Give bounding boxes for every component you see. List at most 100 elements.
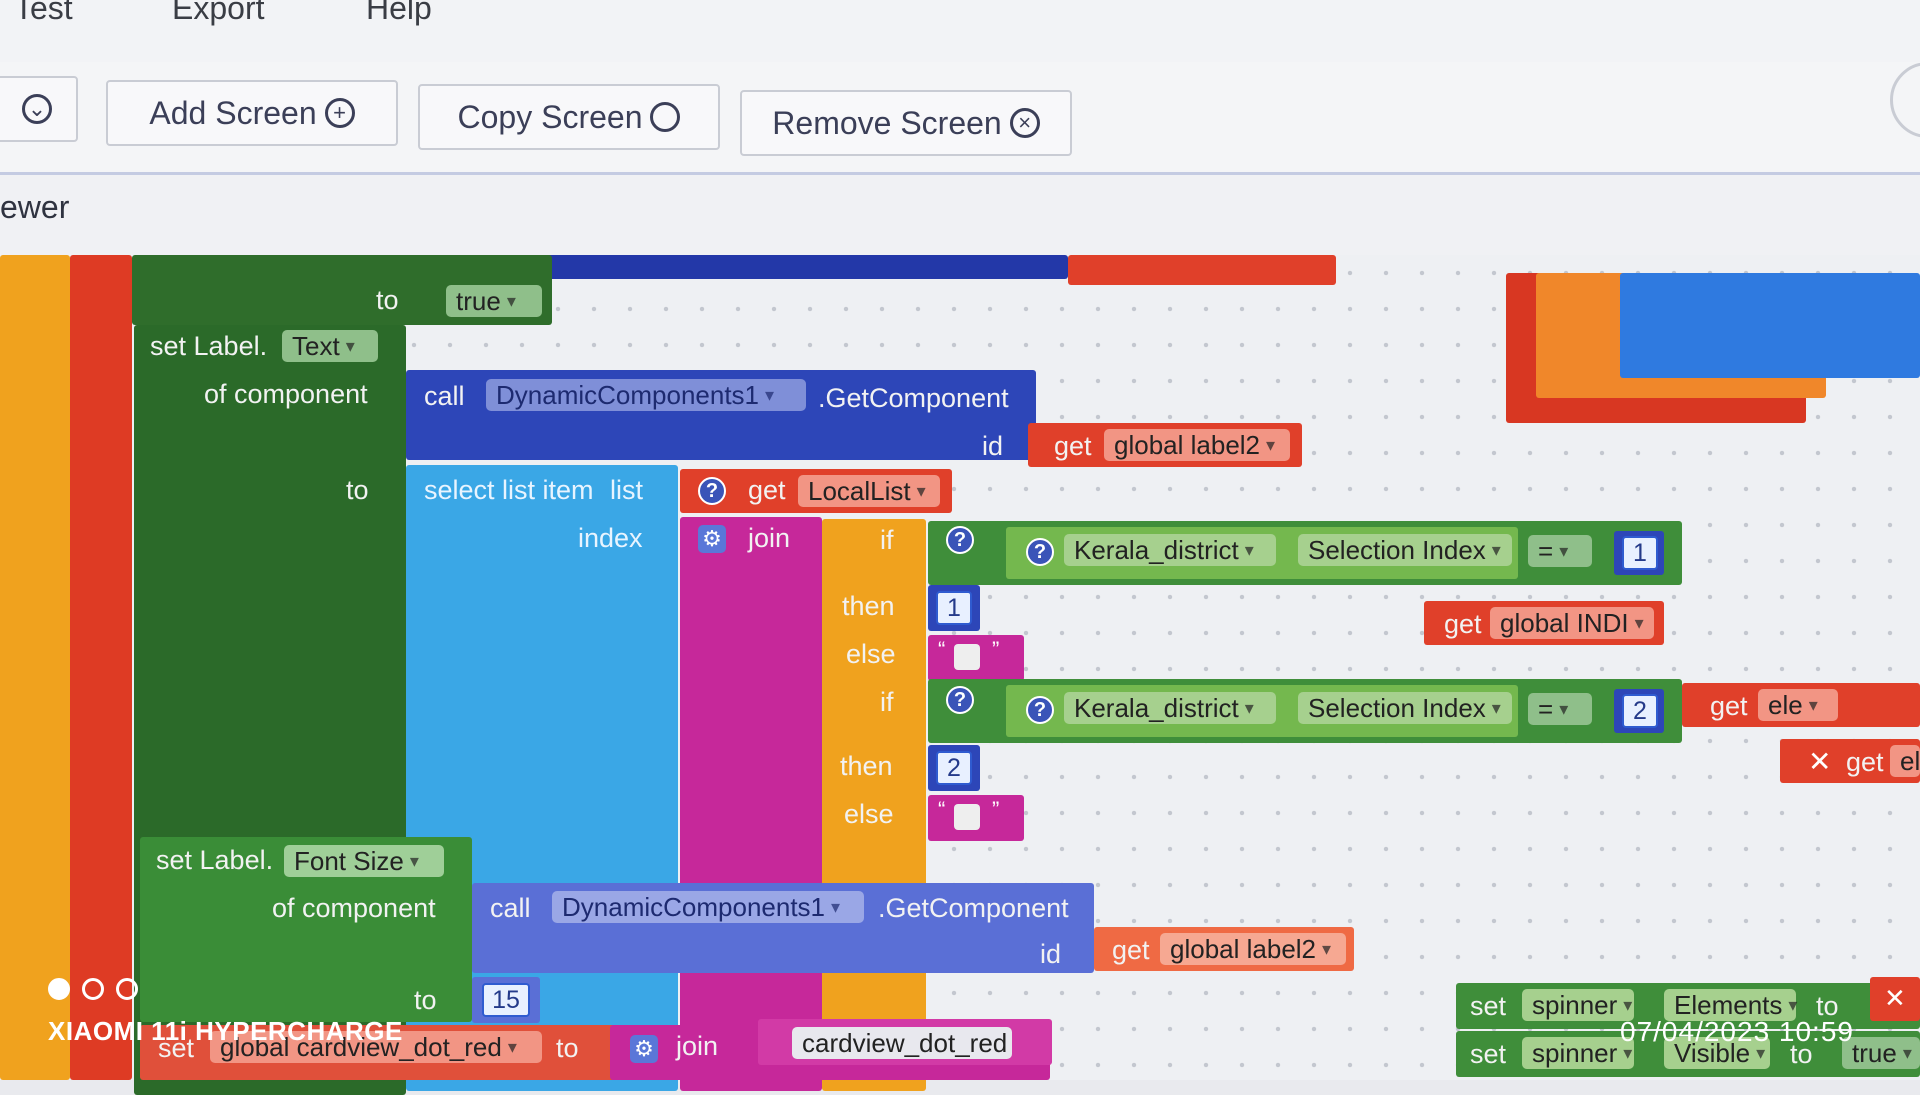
- page-indicator-dot: [82, 978, 104, 1000]
- get-label-el: get: [1846, 747, 1884, 777]
- remove-icon-el[interactable]: ✕: [1808, 745, 1831, 778]
- get-component-label-2: .GetComponent: [878, 893, 1069, 923]
- list-label: list: [610, 475, 643, 505]
- locallist-dropdown[interactable]: LocalList: [798, 475, 940, 507]
- if-label-1: if: [880, 525, 894, 555]
- select-list-item-label: select list item: [424, 475, 594, 505]
- set-label-font-size-title: set Label.: [156, 845, 274, 875]
- cardview-text-field[interactable]: cardview_dot_red: [792, 1027, 1012, 1059]
- help-icon-compare-1[interactable]: ?: [946, 526, 974, 554]
- screen-toolbar: ⌄ Add Screen + Copy Screen ​ Remove Scre…: [0, 62, 1920, 175]
- viewer-label: ewer: [0, 189, 70, 225]
- to-label-1: to: [376, 285, 399, 315]
- empty-string-field-1[interactable]: [954, 644, 980, 670]
- to-label-2: to: [346, 475, 369, 505]
- call-label-2: call: [490, 893, 531, 923]
- copy-screen-label: Copy Screen: [457, 98, 643, 135]
- index-label: index: [578, 523, 643, 553]
- menu-help[interactable]: Help: [366, 0, 432, 27]
- get-component-label-1: .GetComponent: [818, 383, 1009, 413]
- blue-container-block[interactable]: [1620, 273, 1920, 378]
- ele-dropdown[interactable]: ele: [1758, 689, 1838, 721]
- page-indicator-dot-active: [48, 978, 70, 1000]
- dynamic-components-dropdown-2[interactable]: DynamicComponents1: [552, 891, 864, 923]
- join-label: join: [748, 523, 791, 553]
- camera-watermark: XIAOMI 11i HYPERCHARGE: [48, 1016, 403, 1046]
- true-dropdown[interactable]: true: [446, 285, 542, 317]
- id-label-2: id: [1040, 939, 1062, 969]
- copy-screen-button[interactable]: Copy Screen ​: [418, 84, 720, 150]
- event-block-strip-red[interactable]: [70, 255, 132, 1080]
- number-value-compare-2[interactable]: 2: [1622, 694, 1658, 728]
- set-label-spinner-1: set: [1470, 991, 1507, 1021]
- menu-export[interactable]: Export: [172, 0, 264, 27]
- number-value-then-2[interactable]: 2: [936, 751, 972, 785]
- else-label-2: else: [844, 799, 894, 829]
- join-block[interactable]: [680, 517, 822, 1091]
- get-label-indi: get: [1444, 609, 1482, 639]
- to-label-3: to: [414, 985, 437, 1015]
- add-screen-label: Add Screen: [149, 94, 317, 131]
- el-dropdown[interactable]: el: [1890, 745, 1920, 777]
- if-label-2: if: [880, 687, 894, 717]
- quote-open-icon-2: “: [938, 797, 946, 822]
- then-label-1: then: [842, 591, 895, 621]
- menu-test[interactable]: Test: [14, 0, 73, 27]
- selection-index-dropdown-2[interactable]: Selection Index: [1298, 692, 1512, 724]
- spinner-dropdown-2[interactable]: spinner: [1522, 1037, 1634, 1069]
- global-indi-dropdown[interactable]: global INDI: [1490, 607, 1654, 639]
- page-indicator-dot: [116, 978, 138, 1000]
- copy-circle-icon: ​: [650, 102, 681, 132]
- text-property-dropdown[interactable]: Text: [282, 330, 378, 362]
- get-label-1: get: [1054, 431, 1092, 461]
- plus-circle-icon: +: [324, 98, 355, 128]
- number-value-then-1[interactable]: 1: [936, 591, 972, 625]
- of-component-label-2: of component: [272, 893, 436, 923]
- screen-dropdown-button[interactable]: ⌄: [0, 76, 78, 142]
- gear-icon-join[interactable]: ⚙: [698, 525, 726, 553]
- toolbar-round-button[interactable]: [1890, 62, 1920, 138]
- empty-string-field-2[interactable]: [954, 804, 980, 830]
- quote-close-icon-1: ”: [992, 637, 1000, 662]
- quote-close-icon-2: ”: [992, 797, 1000, 822]
- then-label-2: then: [840, 751, 893, 781]
- of-component-label-1: of component: [204, 379, 368, 409]
- chevron-circle-icon: ⌄: [22, 94, 52, 124]
- event-block-strip-orange[interactable]: [0, 255, 70, 1080]
- help-icon-kerala-2[interactable]: ?: [1026, 696, 1054, 724]
- global-label2-dropdown-2[interactable]: global label2: [1160, 933, 1346, 965]
- global-label2-dropdown-1[interactable]: global label2: [1104, 429, 1290, 461]
- date-time-stamp: 07/04/2023 10:59: [1620, 1016, 1854, 1047]
- remove-screen-label: Remove Screen: [772, 104, 1002, 141]
- get-label-ele: get: [1710, 691, 1748, 721]
- set-label-text-title: set Label.: [150, 331, 268, 361]
- dynamic-components-dropdown-1[interactable]: DynamicComponents1: [486, 379, 806, 411]
- kerala-district-dropdown-1[interactable]: Kerala_district: [1064, 534, 1276, 566]
- add-screen-button[interactable]: Add Screen +: [106, 80, 398, 146]
- number-value-compare-1[interactable]: 1: [1622, 536, 1658, 570]
- set-label-spinner-2: set: [1470, 1039, 1507, 1069]
- viewer-bar: ewer: [0, 175, 1920, 255]
- get-block-top-partial[interactable]: [1068, 255, 1336, 285]
- empty-string-block-1[interactable]: “ ”: [928, 635, 1024, 681]
- empty-string-block-2[interactable]: “ ”: [928, 795, 1024, 841]
- help-icon-kerala-1[interactable]: ?: [1026, 538, 1054, 566]
- number-value-15[interactable]: 15: [482, 983, 530, 1017]
- help-icon-compare-2[interactable]: ?: [946, 686, 974, 714]
- id-label-1: id: [982, 431, 1004, 461]
- equals-dropdown-1[interactable]: =: [1528, 535, 1592, 567]
- join-label-2: join: [676, 1031, 719, 1061]
- remove-screen-button[interactable]: Remove Screen ×: [740, 90, 1072, 156]
- blocks-workspace[interactable]: to true set Label. Text of component to …: [0, 255, 1920, 1095]
- kerala-district-dropdown-2[interactable]: Kerala_district: [1064, 692, 1276, 724]
- selection-index-dropdown-1[interactable]: Selection Index: [1298, 534, 1512, 566]
- to-label-4: to: [556, 1033, 579, 1063]
- spinner-dropdown-1[interactable]: spinner: [1522, 989, 1634, 1021]
- call-label-1: call: [424, 381, 465, 411]
- equals-dropdown-2[interactable]: =: [1528, 693, 1592, 725]
- font-size-property-dropdown[interactable]: Font Size: [284, 845, 444, 877]
- quote-open-icon-1: “: [938, 637, 946, 662]
- gear-icon-join-2[interactable]: ⚙: [630, 1035, 658, 1063]
- help-icon-locallist[interactable]: ?: [698, 477, 726, 505]
- close-icon-spinner[interactable]: ✕: [1884, 983, 1906, 1014]
